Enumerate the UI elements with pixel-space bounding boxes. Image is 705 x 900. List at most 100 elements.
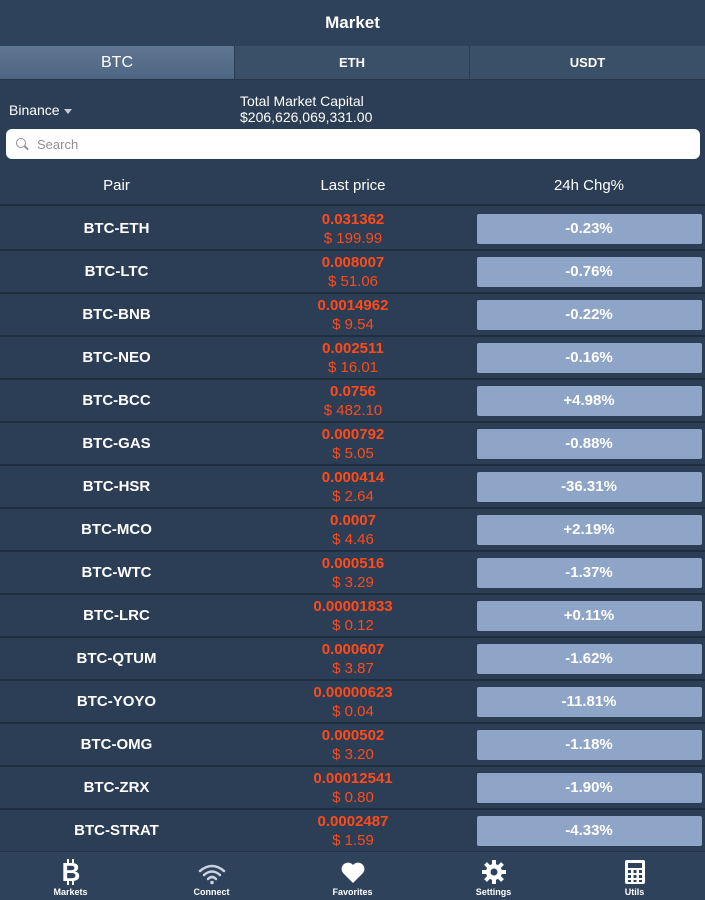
- pair-name: BTC-LRC: [83, 607, 150, 624]
- table-row[interactable]: BTC-STRAT 0.0002487 $ 1.59 -4.33%: [0, 810, 705, 851]
- last-price: 0.0007 $ 4.46: [233, 511, 473, 549]
- search-input[interactable]: [37, 136, 637, 152]
- change-badge: +0.11%: [476, 600, 702, 631]
- change-badge: -36.31%: [476, 471, 702, 502]
- pair-name: BTC-YOYO: [76, 693, 157, 710]
- currency-tabs: BTC ETH USDT: [0, 46, 705, 80]
- btc-price: 0.00001833: [313, 597, 393, 615]
- btc-price: 0.000792: [321, 425, 385, 443]
- change-badge: -1.90%: [476, 772, 702, 803]
- page-title: Market: [325, 13, 380, 32]
- change-badge: -4.33%: [476, 815, 702, 846]
- table-row[interactable]: BTC-LRC 0.00001833 $ 0.12 +0.11%: [0, 595, 705, 638]
- table-row[interactable]: BTC-ETH 0.031362 $ 199.99 -0.23%: [0, 208, 705, 251]
- pair-name: BTC-MCO: [81, 521, 152, 538]
- tab-bar: B Markets Connect Favorites Settings Uti…: [0, 851, 705, 900]
- tabbar-item-settings[interactable]: Settings: [423, 852, 564, 900]
- table-row[interactable]: BTC-BCC 0.0756 $ 482.10 +4.98%: [0, 380, 705, 423]
- heart-icon: [341, 862, 364, 883]
- tabbar-item-favorites[interactable]: Favorites: [282, 852, 423, 900]
- table-row[interactable]: BTC-BNB 0.0014962 $ 9.54 -0.22%: [0, 294, 705, 337]
- btc-price: 0.00012541: [313, 769, 393, 787]
- change-badge: -0.23%: [476, 213, 702, 244]
- market-cap-value: $206,626,069,331.00: [240, 109, 373, 125]
- btc-price: 0.0002487: [317, 812, 389, 830]
- market-info: Binance Total Market Capital $206,626,06…: [0, 80, 705, 128]
- btc-price: 0.002511: [322, 339, 384, 357]
- pair-name: BTC-BCC: [82, 392, 151, 409]
- caret-down-icon: [63, 108, 72, 114]
- table-row[interactable]: BTC-WTC 0.000516 $ 3.29 -1.37%: [0, 552, 705, 595]
- last-price: 0.000516 $ 3.29: [233, 554, 473, 592]
- last-price: 0.000414 $ 2.64: [233, 468, 473, 506]
- usd-price: $ 0.04: [332, 702, 374, 720]
- usd-price: $ 16.01: [327, 358, 379, 376]
- tabbar-item-utils[interactable]: Utils: [564, 852, 705, 900]
- svg-text:B: B: [61, 859, 80, 885]
- last-price: 0.008007 $ 51.06: [233, 253, 473, 291]
- btc-price: 0.008007: [321, 253, 385, 271]
- tab-eth[interactable]: ETH: [235, 46, 470, 79]
- search-bar[interactable]: [6, 129, 700, 159]
- wifi-icon: [198, 864, 225, 885]
- usd-price: $ 3.87: [332, 659, 374, 677]
- table-row[interactable]: BTC-NEO 0.002511 $ 16.01 -0.16%: [0, 337, 705, 380]
- pair-name: BTC-OMG: [80, 736, 153, 753]
- market-list[interactable]: BTC-ETH 0.031362 $ 199.99 -0.23% BTC-LTC …: [0, 208, 705, 851]
- btc-price: 0.00000623: [313, 683, 393, 701]
- usd-price: $ 1.59: [332, 831, 374, 849]
- table-row[interactable]: BTC-YOYO 0.00000623 $ 0.04 -11.81%: [0, 681, 705, 724]
- table-row[interactable]: BTC-OMG 0.000502 $ 3.20 -1.18%: [0, 724, 705, 767]
- tabbar-label: Favorites: [332, 887, 373, 897]
- change-badge: -1.62%: [476, 643, 702, 674]
- tabbar-label: Markets: [53, 887, 88, 897]
- change-badge: -0.88%: [476, 428, 702, 459]
- change-badge: -11.81%: [476, 686, 702, 717]
- price-column-header: Last price: [320, 176, 386, 194]
- btc-price: 0.000414: [321, 468, 385, 486]
- tabbar-label: Utils: [624, 887, 645, 897]
- last-price: 0.0002487 $ 1.59: [233, 812, 473, 850]
- tab-btc[interactable]: BTC: [0, 46, 235, 79]
- exchange-selector[interactable]: Binance: [9, 102, 72, 118]
- change-column-header: 24h Chg%: [553, 176, 625, 194]
- btc-price: 0.000502: [321, 726, 385, 744]
- table-row[interactable]: BTC-GAS 0.000792 $ 5.05 -0.88%: [0, 423, 705, 466]
- table-row[interactable]: BTC-QTUM 0.000607 $ 3.87 -1.62%: [0, 638, 705, 681]
- last-price: 0.00012541 $ 0.80: [233, 769, 473, 807]
- table-row[interactable]: BTC-ZRX 0.00012541 $ 0.80 -1.90%: [0, 767, 705, 810]
- tabbar-label: Connect: [193, 887, 230, 897]
- last-price: 0.00000623 $ 0.04: [233, 683, 473, 721]
- last-price: 0.0014962 $ 9.54: [233, 296, 473, 334]
- pair-name: BTC-LTC: [84, 263, 149, 280]
- usd-price: $ 0.12: [332, 616, 374, 634]
- usd-price: $ 3.29: [332, 573, 374, 591]
- btc-price: 0.0756: [330, 382, 376, 400]
- usd-price: $ 3.20: [332, 745, 374, 763]
- btc-price: 0.0014962: [317, 296, 389, 314]
- last-price: 0.000792 $ 5.05: [233, 425, 473, 463]
- pair-name: BTC-STRAT: [74, 822, 159, 839]
- usd-price: $ 482.10: [323, 401, 383, 419]
- pair-name: BTC-WTC: [81, 564, 152, 581]
- change-badge: -0.22%: [476, 299, 702, 330]
- table-row[interactable]: BTC-LTC 0.008007 $ 51.06 -0.76%: [0, 251, 705, 294]
- tabbar-label: Settings: [475, 887, 512, 897]
- table-row[interactable]: BTC-HSR 0.000414 $ 2.64 -36.31%: [0, 466, 705, 509]
- pair-name: BTC-QTUM: [76, 650, 157, 667]
- tab-usdt[interactable]: USDT: [470, 46, 705, 79]
- change-badge: -1.37%: [476, 557, 702, 588]
- usd-price: $ 0.80: [332, 788, 374, 806]
- last-price: 0.0756 $ 482.10: [233, 382, 473, 420]
- tabbar-item-markets[interactable]: B Markets: [0, 852, 141, 900]
- btc-price: 0.0007: [330, 511, 376, 529]
- change-badge: +4.98%: [476, 385, 702, 416]
- tabbar-item-connect[interactable]: Connect: [141, 852, 282, 900]
- change-badge: -0.16%: [476, 342, 702, 373]
- table-row[interactable]: BTC-MCO 0.0007 $ 4.46 +2.19%: [0, 509, 705, 552]
- usd-price: $ 9.54: [332, 315, 374, 333]
- btc-price: 0.000607: [321, 640, 385, 658]
- exchange-label: Binance: [9, 102, 60, 118]
- usd-price: $ 2.64: [332, 487, 374, 505]
- pair-name: BTC-ETH: [83, 220, 150, 237]
